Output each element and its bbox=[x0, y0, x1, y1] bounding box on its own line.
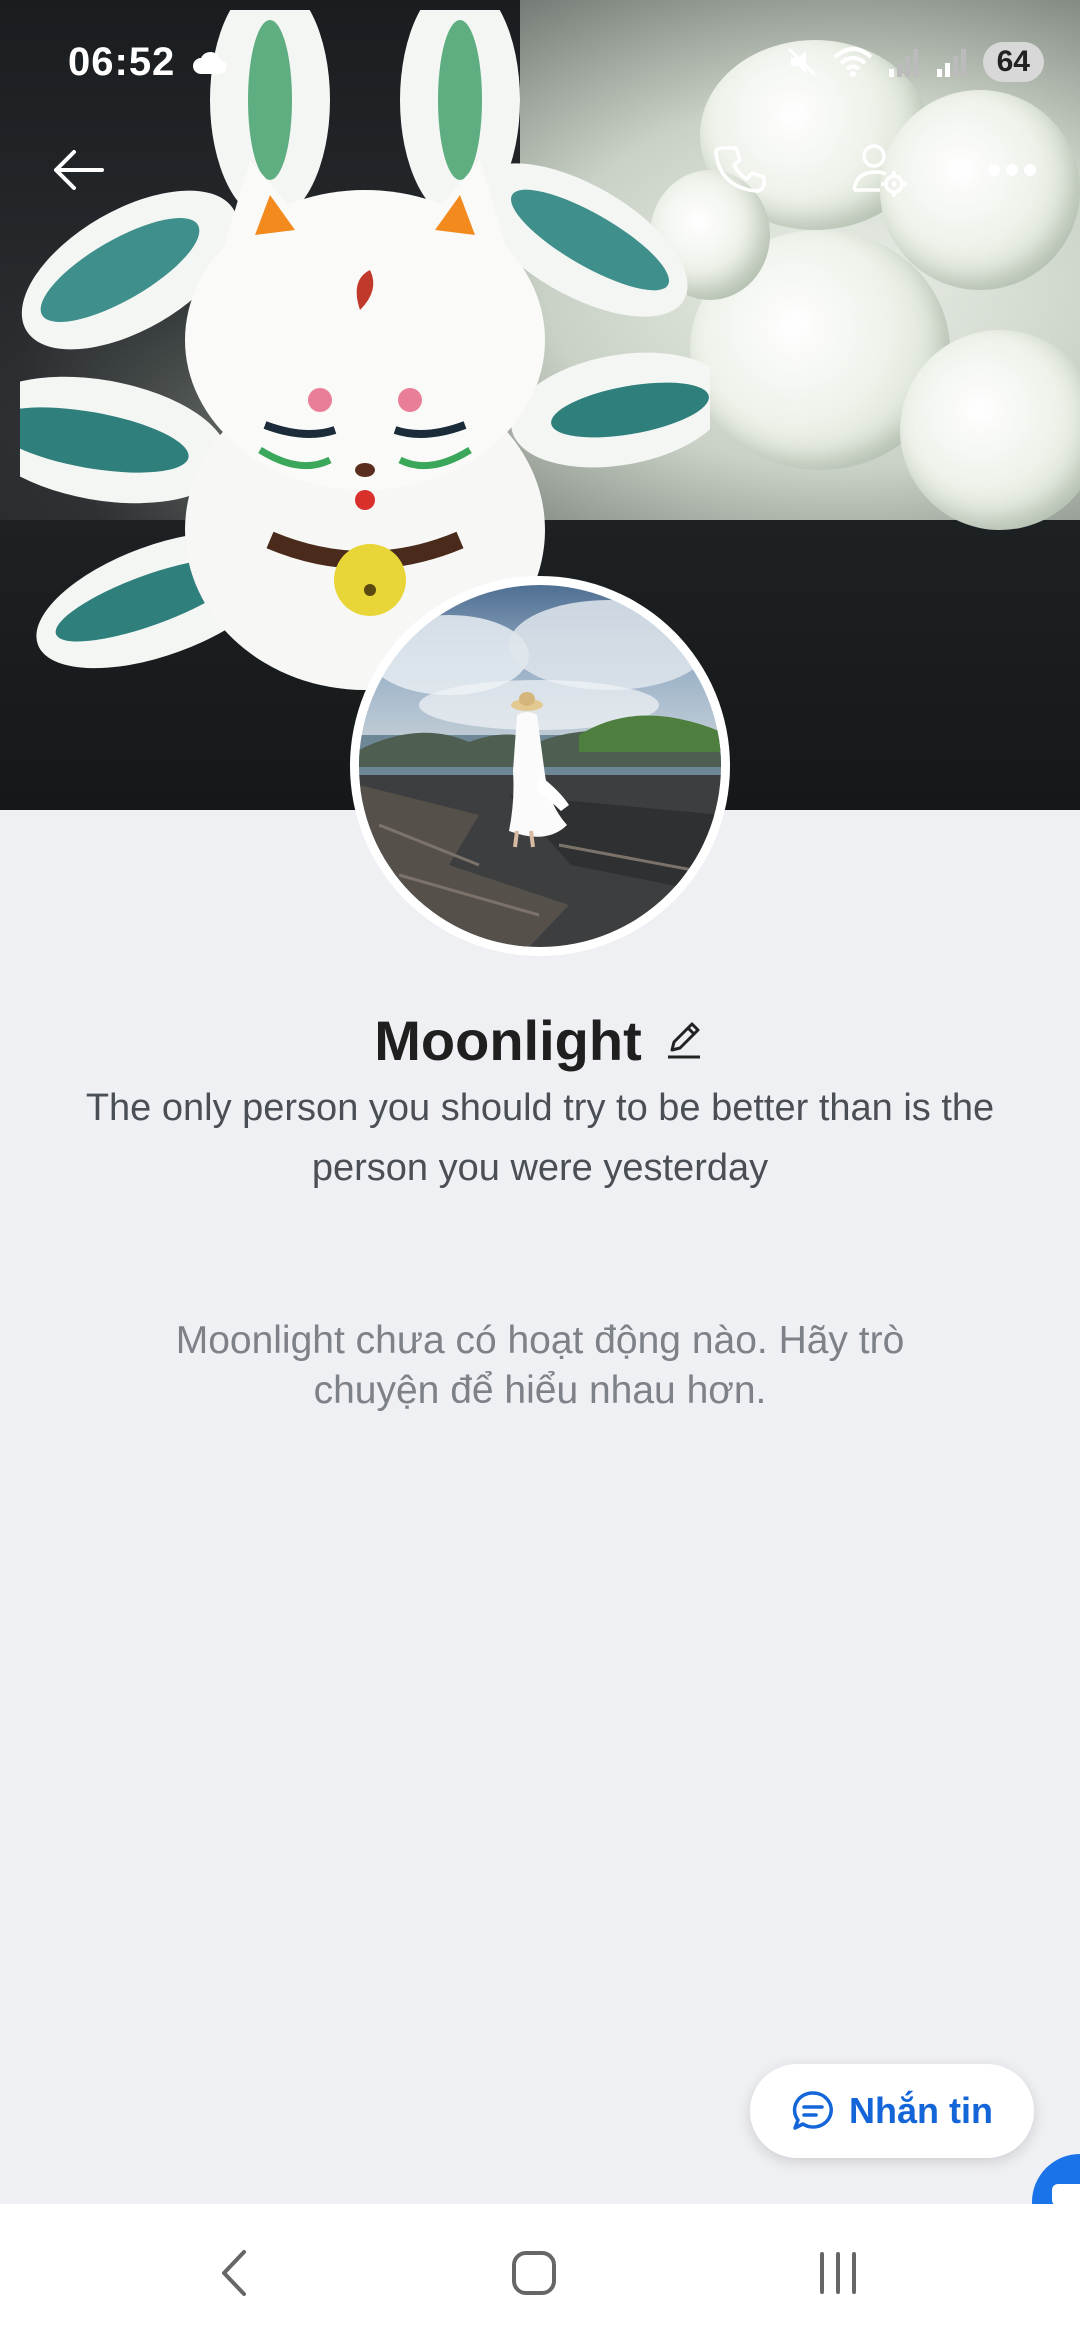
wifi-icon bbox=[833, 47, 872, 77]
avatar-photo bbox=[359, 585, 721, 947]
profile-bio: The only person you should try to be bet… bbox=[85, 1087, 995, 1189]
chat-bubble-icon bbox=[792, 2091, 833, 2130]
cloud-icon bbox=[193, 51, 227, 75]
call-button[interactable] bbox=[702, 130, 782, 210]
status-time: 06:52 bbox=[68, 40, 176, 84]
back-button[interactable] bbox=[38, 130, 118, 210]
signal-icon bbox=[936, 49, 966, 77]
message-button-label: Nhắn tin bbox=[849, 2090, 993, 2131]
profile-avatar[interactable] bbox=[350, 576, 730, 956]
battery-indicator: 64 bbox=[982, 42, 1044, 82]
back-arrow-icon bbox=[54, 150, 104, 190]
profile-name: Moonlight bbox=[374, 1008, 642, 1072]
mute-icon bbox=[787, 47, 816, 77]
phone-icon bbox=[714, 146, 766, 193]
profile-settings-icon bbox=[852, 144, 907, 197]
recent-apps-icon bbox=[820, 2252, 856, 2294]
more-icon bbox=[988, 164, 1036, 176]
profile-settings-button[interactable] bbox=[840, 130, 920, 210]
avatar-image bbox=[359, 585, 721, 947]
empty-activity-message: Moonlight chưa có hoạt động nào. Hãy trò… bbox=[175, 1319, 905, 1412]
more-options-button[interactable] bbox=[972, 130, 1052, 210]
nav-back-button[interactable] bbox=[194, 2238, 274, 2308]
chevron-left-icon bbox=[222, 2250, 246, 2296]
profile-top-bar bbox=[0, 130, 1080, 210]
status-bar: 06:52 64 bbox=[0, 0, 1080, 130]
home-square-icon bbox=[512, 2251, 556, 2295]
nav-recents-button[interactable] bbox=[798, 2238, 878, 2308]
system-navigation-bar bbox=[0, 2204, 1080, 2340]
nav-home-button[interactable] bbox=[494, 2238, 574, 2308]
cover-flower bbox=[900, 330, 1080, 530]
profile-name-row: Moonlight bbox=[0, 1000, 1080, 1080]
status-icons: 64 bbox=[785, 42, 1044, 82]
edit-name-icon[interactable] bbox=[662, 1018, 706, 1062]
signal-icon bbox=[888, 49, 918, 77]
message-button[interactable]: Nhắn tin bbox=[750, 2064, 1034, 2158]
